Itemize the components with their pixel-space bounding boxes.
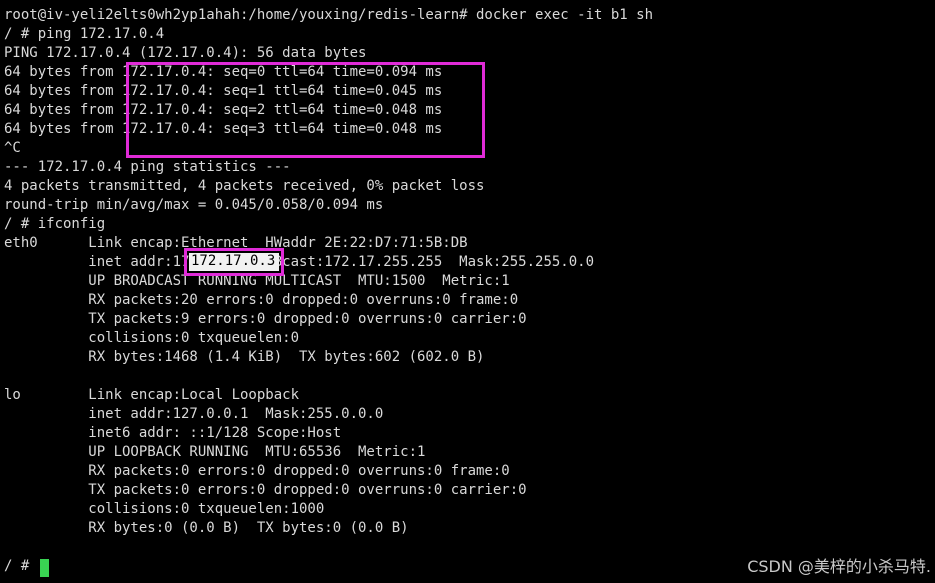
terminal-line: lo Link encap:Local Loopback [4,387,300,403]
terminal-line: inet addr:127.0.0.1 Mask:255.0.0.0 [4,406,384,422]
terminal-line: inet addr:172.17.0.3 Bcast:172.17.255.25… [4,254,595,270]
terminal-line: root@iv-yeli2elts0wh2yp1ahah:/home/youxi… [4,7,654,23]
terminal-line: TX packets:0 errors:0 dropped:0 overruns… [4,482,527,498]
terminal-line: RX bytes:0 (0.0 B) TX bytes:0 (0.0 B) [4,520,409,536]
terminal-line: collisions:0 txqueuelen:1000 [4,501,325,517]
terminal-line: UP LOOPBACK RUNNING MTU:65536 Metric:1 [4,444,426,460]
terminal-line: PING 172.17.0.4 (172.17.0.4): 56 data by… [4,45,367,61]
terminal-line: --- 172.17.0.4 ping statistics --- [4,159,291,175]
terminal-line: RX packets:0 errors:0 dropped:0 overruns… [4,463,510,479]
terminal-line: inet6 addr: ::1/128 Scope:Host [4,425,342,441]
terminal-line: 64 bytes from 172.17.0.4: seq=2 ttl=64 t… [4,102,443,118]
terminal-window[interactable]: ce30d5f0f7f4f2b59dbd1dd2de75b5929781f0e5… [0,0,935,583]
terminal-line: / # ifconfig [4,216,106,232]
terminal-line: TX packets:9 errors:0 dropped:0 overruns… [4,311,527,327]
terminal-line: RX bytes:1468 (1.4 KiB) TX bytes:602 (60… [4,349,485,365]
terminal-line: ^C [4,140,21,156]
terminal-line: 64 bytes from 172.17.0.4: seq=3 ttl=64 t… [4,121,443,137]
terminal-line: 64 bytes from 172.17.0.4: seq=1 ttl=64 t… [4,83,443,99]
terminal-line: collisions:0 txqueuelen:0 [4,330,300,346]
terminal-line: 4 packets transmitted, 4 packets receive… [4,178,485,194]
csdn-watermark: CSDN @美梓的小杀马特. [747,557,931,576]
terminal-line: / # ping 172.17.0.4 [4,26,165,42]
terminal-cursor[interactable] [40,559,49,577]
terminal-output: ce30d5f0f7f4f2b59dbd1dd2de75b5929781f0e5… [4,0,653,576]
terminal-line: RX packets:20 errors:0 dropped:0 overrun… [4,292,519,308]
terminal-line: round-trip min/avg/max = 0.045/0.058/0.0… [4,197,384,213]
terminal-line: 64 bytes from 172.17.0.4: seq=0 ttl=64 t… [4,64,443,80]
terminal-prompt-line: / # [4,558,38,574]
terminal-line: UP BROADCAST RUNNING MULTICAST MTU:1500 … [4,273,510,289]
terminal-line: eth0 Link encap:Ethernet HWaddr 2E:22:D7… [4,235,468,251]
